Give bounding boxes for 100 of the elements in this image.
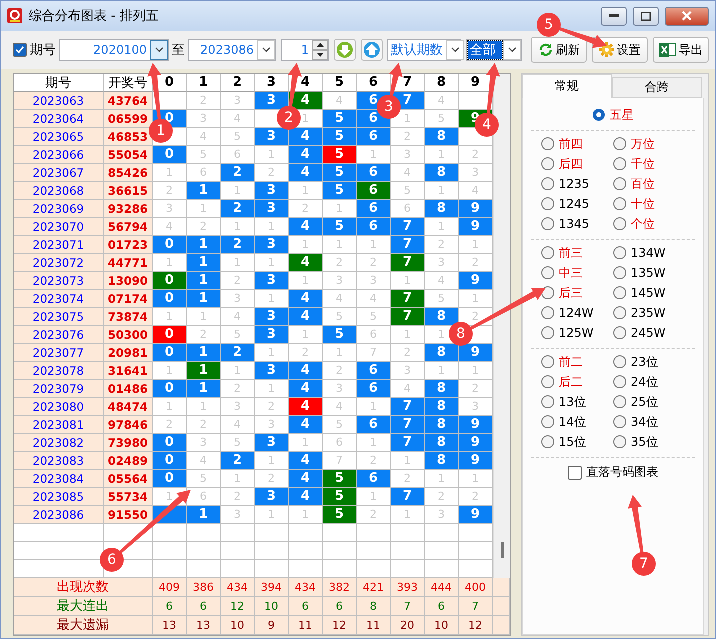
maximize-button[interactable] xyxy=(633,6,659,26)
radio-button[interactable] xyxy=(541,415,555,429)
radio-button[interactable] xyxy=(613,286,627,300)
draw-number-cell: 55054 xyxy=(104,146,153,164)
minimize-button[interactable] xyxy=(601,6,627,26)
radio-button[interactable] xyxy=(592,108,606,122)
move-down-button[interactable] xyxy=(334,39,356,61)
radio-option[interactable]: 后四 xyxy=(541,154,613,174)
scrollbar[interactable] xyxy=(493,74,510,578)
step-field[interactable]: 1 xyxy=(281,39,329,61)
refresh-button[interactable]: 刷新 xyxy=(531,37,587,63)
radio-button[interactable] xyxy=(541,197,555,211)
dropdown-button[interactable] xyxy=(446,40,464,60)
digit-cell: 2 xyxy=(221,200,255,218)
radio-button[interactable] xyxy=(613,375,627,389)
radio-button[interactable] xyxy=(613,217,627,231)
radio-option[interactable]: 后三 xyxy=(541,283,613,303)
radio-option[interactable]: 后二 xyxy=(541,372,613,392)
radio-button[interactable] xyxy=(541,246,555,260)
radio-button[interactable] xyxy=(613,415,627,429)
direct-chart-checkbox[interactable]: 直落号码图表 xyxy=(568,458,658,487)
radio-option[interactable]: 百位 xyxy=(613,174,685,194)
digit-cell: 4 xyxy=(289,488,323,506)
radio-button[interactable] xyxy=(541,157,555,171)
draw-number-cell: 85426 xyxy=(104,164,153,182)
radio-button[interactable] xyxy=(613,157,627,171)
radio-button[interactable] xyxy=(541,266,555,280)
radio-option[interactable]: 五星 xyxy=(592,105,634,125)
radio-option[interactable]: 24位 xyxy=(613,372,685,392)
digit-cell: 3 xyxy=(255,362,289,380)
radio-option[interactable]: 124W xyxy=(541,303,613,323)
radio-option[interactable]: 125W xyxy=(541,323,613,343)
dropdown-button[interactable] xyxy=(503,40,521,60)
radio-option[interactable]: 1235 xyxy=(541,174,613,194)
start-period-field[interactable]: 2020100 xyxy=(59,39,169,61)
radio-option[interactable]: 中三 xyxy=(541,263,613,283)
stat-cell: 400 xyxy=(459,578,493,597)
radio-option[interactable]: 前二 xyxy=(541,352,613,372)
digit-cell: 8 xyxy=(425,452,459,470)
column-header: 1 xyxy=(187,74,221,92)
radio-option[interactable]: 25位 xyxy=(613,392,685,412)
radio-button[interactable] xyxy=(541,177,555,191)
radio-button[interactable] xyxy=(613,355,627,369)
radio-option[interactable]: 14位 xyxy=(541,412,613,432)
filter-select[interactable]: 全部 xyxy=(466,39,522,61)
radio-button[interactable] xyxy=(541,375,555,389)
radio-button[interactable] xyxy=(613,306,627,320)
radio-button[interactable] xyxy=(541,395,555,409)
radio-option[interactable]: 235W xyxy=(613,303,685,323)
checkbox[interactable] xyxy=(13,43,27,57)
radio-option[interactable]: 个位 xyxy=(613,214,685,234)
spin-down-button[interactable] xyxy=(312,50,328,60)
radio-button[interactable] xyxy=(541,137,555,151)
move-up-button[interactable] xyxy=(361,39,383,61)
checkbox[interactable] xyxy=(568,466,582,480)
radio-option[interactable]: 23位 xyxy=(613,352,685,372)
radio-button[interactable] xyxy=(613,395,627,409)
radio-button[interactable] xyxy=(541,217,555,231)
radio-option[interactable]: 34位 xyxy=(613,412,685,432)
spin-up-button[interactable] xyxy=(312,40,328,50)
radio-button[interactable] xyxy=(613,197,627,211)
column-header: 5 xyxy=(323,74,357,92)
settings-button[interactable]: 设置 xyxy=(592,37,648,63)
radio-option[interactable]: 245W xyxy=(613,323,685,343)
tab[interactable]: 常规 xyxy=(522,74,612,98)
radio-button[interactable] xyxy=(613,246,627,260)
arrow-down-icon xyxy=(336,41,354,59)
radio-option[interactable]: 万位 xyxy=(613,134,685,154)
radio-button[interactable] xyxy=(613,326,627,340)
dropdown-button[interactable] xyxy=(150,40,168,60)
radio-option[interactable]: 1345 xyxy=(541,214,613,234)
radio-option[interactable]: 15位 xyxy=(541,432,613,452)
radio-button[interactable] xyxy=(541,355,555,369)
radio-option[interactable]: 145W xyxy=(613,283,685,303)
radio-option[interactable]: 1245 xyxy=(541,194,613,214)
close-button[interactable] xyxy=(665,6,709,26)
radio-option[interactable]: 135W xyxy=(613,263,685,283)
draw-number-cell: 73980 xyxy=(104,434,153,452)
tab[interactable]: 合跨 xyxy=(612,77,702,98)
radio-button[interactable] xyxy=(541,435,555,449)
digit-cell: 0 xyxy=(153,236,187,254)
radio-button[interactable] xyxy=(613,137,627,151)
spreadsheet-icon xyxy=(659,42,677,58)
radio-button[interactable] xyxy=(541,306,555,320)
radio-button[interactable] xyxy=(613,435,627,449)
end-period-field[interactable]: 2023086 xyxy=(188,39,276,61)
radio-button[interactable] xyxy=(541,326,555,340)
radio-option[interactable]: 134W xyxy=(613,243,685,263)
stat-cell: 393 xyxy=(391,578,425,597)
radio-button[interactable] xyxy=(613,177,627,191)
radio-option[interactable]: 千位 xyxy=(613,154,685,174)
radio-option[interactable]: 前三 xyxy=(541,243,613,263)
dropdown-button[interactable] xyxy=(257,40,275,60)
radio-option[interactable]: 13位 xyxy=(541,392,613,412)
radio-option[interactable]: 前四 xyxy=(541,134,613,154)
radio-button[interactable] xyxy=(613,266,627,280)
radio-option[interactable]: 35位 xyxy=(613,432,685,452)
export-button[interactable]: 导出 xyxy=(653,37,709,63)
period-mode-select[interactable]: 默认期数 xyxy=(387,39,461,61)
radio-option[interactable]: 十位 xyxy=(613,194,685,214)
